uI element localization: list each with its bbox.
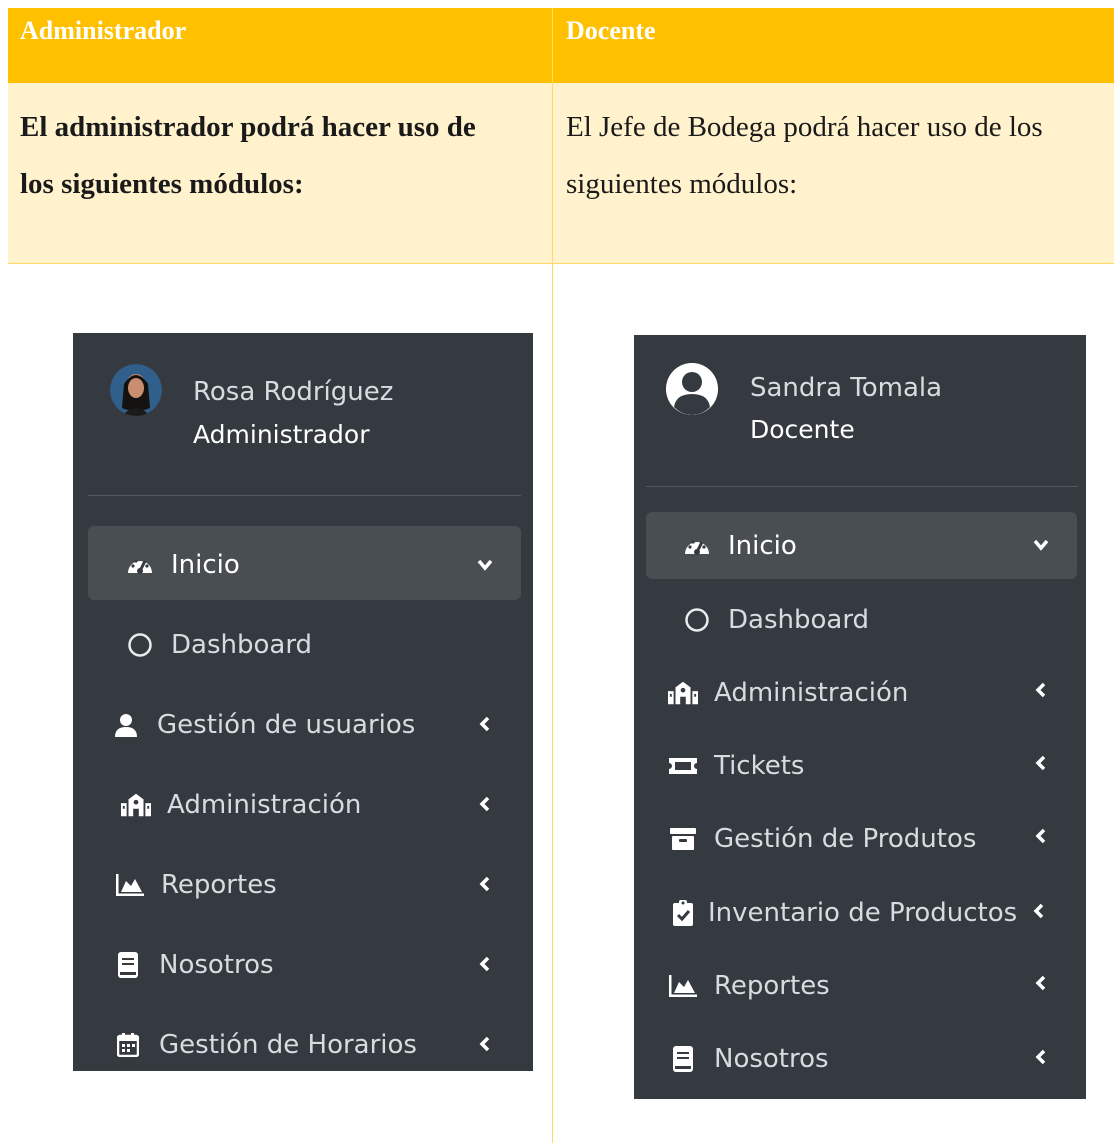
sidebar-item-reportes[interactable]: Reportes	[668, 961, 1038, 1011]
sidebar-divider	[88, 495, 521, 496]
sidebar-item-label: Nosotros	[714, 1044, 829, 1074]
sidebar-item-gestion-horarios[interactable]: Gestión de Horarios	[113, 1020, 493, 1070]
chevron-down-icon[interactable]	[1032, 536, 1050, 554]
chevron-left-icon[interactable]	[1032, 1048, 1050, 1066]
sidebar-item-label: Gestión de usuarios	[157, 710, 416, 740]
admin-description-line1: El administrador podrá hacer uso de	[20, 111, 476, 143]
user-name[interactable]: Rosa Rodríguez	[193, 377, 393, 407]
sidebar-item-label: Dashboard	[171, 630, 313, 660]
sidebar-item-inicio[interactable]: Inicio	[125, 540, 521, 590]
sidebar-item-label: Inicio	[171, 550, 240, 580]
column-divider	[552, 83, 553, 1143]
chevron-left-icon[interactable]	[476, 955, 494, 973]
sidebar-item-gestion-usuarios[interactable]: Gestión de usuarios	[111, 700, 491, 750]
docente-description-line2: siguientes módulos:	[566, 168, 798, 200]
sidebar-item-label: Gestión de Produtos	[714, 824, 977, 854]
docente-description-line1: El Jefe de Bodega podrá hacer uso de los	[566, 111, 1043, 143]
admin-description: El administrador podrá hacer uso de los …	[20, 99, 476, 213]
building-icon	[668, 678, 698, 708]
chevron-left-icon[interactable]	[476, 875, 494, 893]
chevron-down-icon[interactable]	[476, 556, 494, 574]
description-row: El administrador podrá hacer uso de los …	[8, 83, 1114, 264]
chart-area-icon	[115, 870, 145, 900]
sidebar-item-tickets[interactable]: Tickets	[668, 741, 1038, 791]
chevron-left-icon[interactable]	[1032, 974, 1050, 992]
sidebar-item-label: Reportes	[161, 870, 277, 900]
user-circle-icon	[666, 363, 718, 415]
sidebar-divider	[646, 486, 1078, 487]
chevron-left-icon[interactable]	[1032, 827, 1050, 845]
book-icon	[113, 950, 143, 980]
calendar-icon	[113, 1030, 143, 1060]
chevron-left-icon[interactable]	[476, 795, 494, 813]
sidebar-item-label: Inicio	[728, 531, 797, 561]
clipboard-check-icon	[668, 898, 698, 928]
sidebar-item-administracion[interactable]: Administración	[121, 780, 491, 830]
chart-area-icon	[668, 971, 698, 1001]
sidebar-item-label: Tickets	[714, 751, 805, 781]
tachometer-icon	[125, 550, 155, 580]
user-photo-icon	[110, 364, 162, 416]
admin-description-line2: los siguientes módulos:	[20, 168, 304, 200]
sidebar-item-label: Nosotros	[159, 950, 274, 980]
book-icon	[668, 1044, 698, 1074]
user-role: Administrador	[193, 420, 370, 449]
sidebar-item-inicio[interactable]: Inicio	[682, 521, 1072, 571]
sidebar-item-gestion-produtos[interactable]: Gestión de Produtos	[668, 814, 1048, 864]
sidebar-item-dashboard[interactable]: Dashboard	[682, 595, 1052, 645]
sidebar-item-nosotros[interactable]: Nosotros	[668, 1034, 1038, 1084]
sidebar-item-label: Inventario de Productos	[708, 898, 1018, 928]
table-header-row: Administrador Docente	[8, 8, 1114, 83]
chevron-left-icon[interactable]	[476, 715, 494, 733]
circle-icon	[125, 630, 155, 660]
sidebar-item-label: Gestión de Horarios	[159, 1030, 417, 1060]
archive-icon	[668, 824, 698, 854]
docente-sidebar-screenshot: Sandra Tomala Docente Inicio Dashboard A…	[634, 335, 1086, 1099]
sidebar-item-label: Reportes	[714, 971, 830, 1001]
sidebar-item-administracion[interactable]: Administración	[668, 668, 1038, 718]
sidebar-item-label: Dashboard	[728, 605, 870, 635]
user-name[interactable]: Sandra Tomala	[750, 373, 942, 403]
tachometer-icon	[682, 531, 712, 561]
chevron-left-icon[interactable]	[1030, 902, 1048, 920]
user-role: Docente	[750, 415, 855, 444]
circle-icon	[682, 605, 712, 635]
sidebar-item-label: Administración	[714, 678, 909, 708]
sidebar-item-inventario-productos[interactable]: Inventario de Productos	[668, 888, 1078, 938]
admin-sidebar-screenshot: Rosa Rodríguez Administrador Inicio Dash…	[73, 333, 533, 1071]
chevron-left-icon[interactable]	[1032, 681, 1050, 699]
chevron-left-icon[interactable]	[476, 1035, 494, 1053]
avatar[interactable]	[666, 363, 718, 415]
docente-description: El Jefe de Bodega podrá hacer uso de los…	[566, 99, 1043, 213]
ticket-icon	[668, 751, 698, 781]
sidebar-item-dashboard[interactable]: Dashboard	[125, 620, 505, 670]
user-icon	[111, 710, 141, 740]
sidebar-item-reportes[interactable]: Reportes	[115, 860, 485, 910]
avatar[interactable]	[110, 364, 162, 416]
header-divider	[552, 8, 553, 83]
chevron-left-icon[interactable]	[1032, 754, 1050, 772]
building-icon	[121, 790, 151, 820]
header-administrador: Administrador	[20, 16, 187, 45]
sidebar-item-nosotros[interactable]: Nosotros	[113, 940, 483, 990]
header-docente: Docente	[566, 16, 656, 45]
sidebar-item-label: Administración	[167, 790, 362, 820]
